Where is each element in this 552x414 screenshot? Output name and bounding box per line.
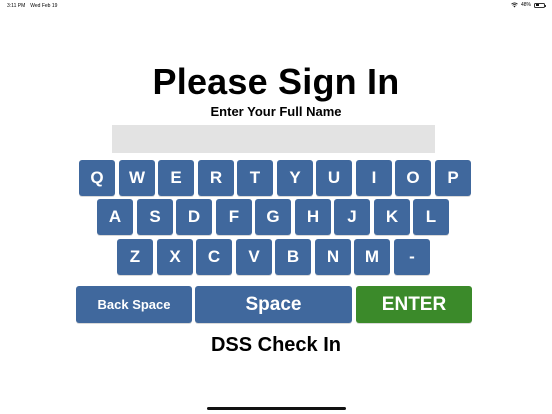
status-date: Wed Feb 19 <box>30 3 58 9</box>
status-time: 3:11 PM <box>7 3 26 9</box>
key-l[interactable]: L <box>413 199 449 235</box>
key-p[interactable]: P <box>435 160 471 196</box>
battery-icon <box>534 2 546 8</box>
key-v[interactable]: V <box>236 239 272 275</box>
full-name-input[interactable] <box>112 125 435 153</box>
enter-key[interactable]: ENTER <box>356 286 472 323</box>
key-t[interactable]: T <box>237 160 273 196</box>
status-left: 3:11 PM Wed Feb 19 <box>7 3 57 9</box>
key-g[interactable]: G <box>255 199 291 235</box>
battery-percent: 48% <box>520 2 531 8</box>
key-k[interactable]: K <box>374 199 410 235</box>
key-m[interactable]: M <box>354 239 390 275</box>
key-i[interactable]: I <box>356 160 392 196</box>
key-h[interactable]: H <box>295 199 331 235</box>
key-o[interactable]: O <box>395 160 431 196</box>
key-f[interactable]: F <box>216 199 252 235</box>
key-a[interactable]: A <box>97 199 133 235</box>
battery-level <box>535 4 540 6</box>
key-c[interactable]: C <box>196 239 232 275</box>
page-title: Please Sign In <box>152 61 400 102</box>
key-u[interactable]: U <box>316 160 352 196</box>
home-indicator[interactable] <box>207 407 346 410</box>
key-x[interactable]: X <box>157 239 193 275</box>
key-s[interactable]: S <box>137 199 173 235</box>
space-key[interactable]: Space <box>195 286 352 323</box>
key-z[interactable]: Z <box>117 239 153 275</box>
key-dash[interactable]: - <box>394 239 430 275</box>
status-right: 48% <box>511 2 546 8</box>
wifi-icon <box>511 2 518 8</box>
key-q[interactable]: Q <box>79 160 115 196</box>
status-bar: 3:11 PM Wed Feb 19 48% <box>0 0 552 12</box>
page-subtitle: Enter Your Full Name <box>210 104 342 119</box>
key-d[interactable]: D <box>176 199 212 235</box>
key-y[interactable]: Y <box>277 160 313 196</box>
key-r[interactable]: R <box>198 160 234 196</box>
key-n[interactable]: N <box>315 239 351 275</box>
key-e[interactable]: E <box>158 160 194 196</box>
backspace-key[interactable]: Back Space <box>76 286 192 323</box>
key-w[interactable]: W <box>119 160 155 196</box>
key-b[interactable]: B <box>275 239 311 275</box>
key-j[interactable]: J <box>334 199 370 235</box>
footer-label: DSS Check In <box>210 334 342 356</box>
